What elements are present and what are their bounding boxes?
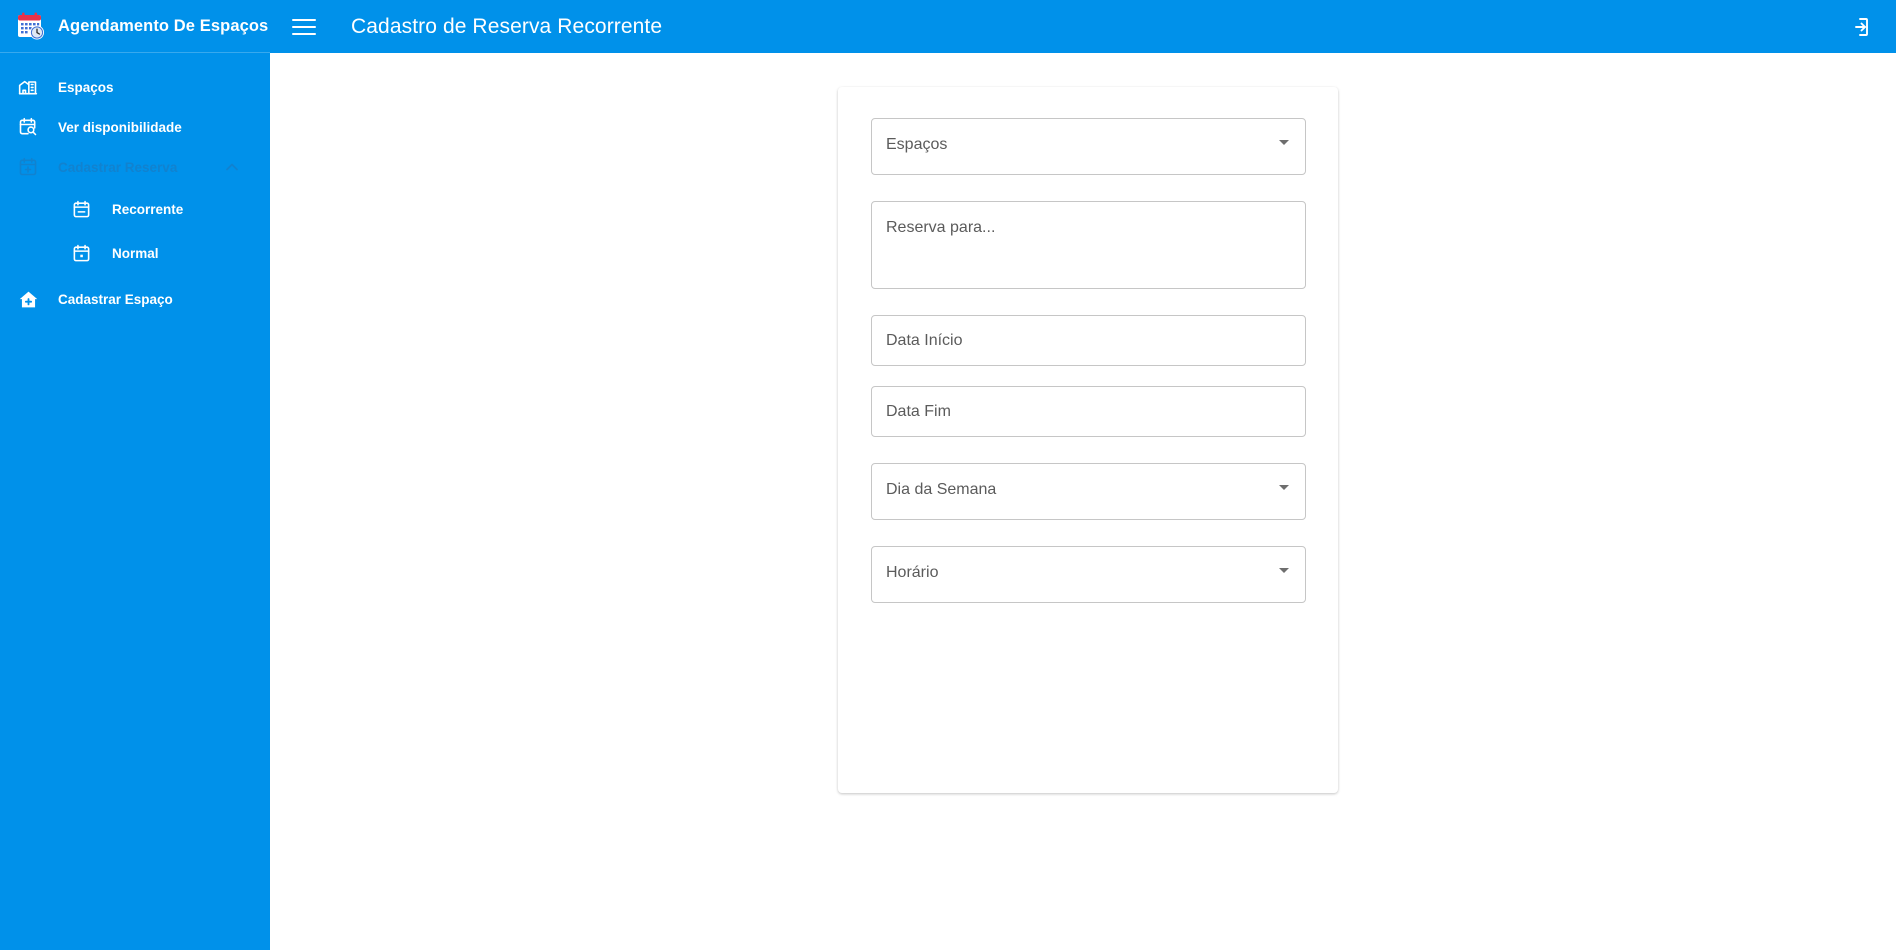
data-inicio-input[interactable]: Data Início	[871, 315, 1306, 366]
field-horario: Horário	[871, 546, 1306, 603]
chevron-up-icon[interactable]	[222, 157, 242, 177]
dropdown-arrow-icon	[1279, 140, 1289, 145]
calendar-search-icon	[13, 117, 43, 137]
brand-title: Agendamento De Espaços	[58, 16, 269, 35]
sidebar-item-espacos[interactable]: Espaços	[0, 67, 270, 107]
espacos-select[interactable]: Espaços	[871, 118, 1306, 175]
sidebar-item-ver-disponibilidade[interactable]: Ver disponibilidade	[0, 107, 270, 147]
reserva-recorrente-form-card: Espaços Reserva para... Data Início Data…	[838, 87, 1338, 793]
reserva-para-placeholder: Reserva para...	[886, 219, 996, 236]
sidebar-item-recorrente[interactable]: Recorrente	[0, 187, 270, 231]
field-data-fim: Data Fim	[871, 386, 1306, 437]
hamburger-menu-icon[interactable]	[290, 13, 318, 41]
dropdown-arrow-icon	[1279, 485, 1289, 490]
sidebar-item-label: Recorrente	[112, 201, 184, 217]
sidebar-item-label: Normal	[112, 245, 159, 261]
app-root: Agendamento De Espaços Espaços Ver dispo…	[0, 0, 1896, 950]
topbar: Cadastro de Reserva Recorrente	[270, 0, 1896, 53]
data-fim-placeholder: Data Fim	[886, 402, 951, 420]
sidebar-item-label: Ver disponibilidade	[58, 119, 182, 135]
calendar-clock-icon	[14, 10, 46, 42]
field-reserva-para: Reserva para...	[871, 201, 1306, 289]
home-plus-icon	[13, 289, 43, 310]
hamburger-bar	[292, 32, 316, 35]
dia-da-semana-select[interactable]: Dia da Semana	[871, 463, 1306, 520]
field-dia-da-semana: Dia da Semana	[871, 463, 1306, 520]
sidebar-item-label: Cadastrar Espaço	[58, 291, 173, 307]
field-data-inicio: Data Início	[871, 315, 1306, 366]
data-inicio-placeholder: Data Início	[886, 331, 963, 349]
calendar-plus-icon	[13, 157, 43, 177]
calendar-recurrent-icon	[69, 200, 93, 219]
dropdown-arrow-icon	[1279, 568, 1289, 573]
page-title: Cadastro de Reserva Recorrente	[351, 14, 663, 38]
hamburger-bar	[292, 25, 316, 28]
sidebar-item-cadastrar-espaco[interactable]: Cadastrar Espaço	[0, 279, 270, 319]
hamburger-bar	[292, 18, 316, 21]
content-area: Espaços Reserva para... Data Início Data…	[270, 53, 1896, 950]
sidebar: Agendamento De Espaços Espaços Ver dispo…	[0, 0, 270, 950]
espacos-placeholder: Espaços	[886, 136, 948, 153]
sidebar-brand-header: Agendamento De Espaços	[0, 0, 270, 53]
data-fim-input[interactable]: Data Fim	[871, 386, 1306, 437]
sidebar-item-label: Espaços	[58, 79, 114, 95]
sidebar-nav: Espaços Ver disponibilidade Cadastrar Re…	[0, 53, 270, 319]
sidebar-item-normal[interactable]: Normal	[0, 231, 270, 275]
horario-placeholder: Horário	[886, 564, 939, 581]
field-espacos: Espaços	[871, 118, 1306, 175]
logout-icon[interactable]	[1844, 12, 1874, 42]
reserva-para-textarea[interactable]: Reserva para...	[871, 201, 1306, 289]
building-home-icon	[13, 77, 43, 97]
dia-da-semana-placeholder: Dia da Semana	[886, 481, 997, 498]
calendar-normal-icon	[69, 244, 93, 263]
sidebar-item-cadastrar-reserva[interactable]: Cadastrar Reserva	[0, 147, 270, 187]
sidebar-item-label: Cadastrar Reserva	[58, 159, 178, 175]
horario-select[interactable]: Horário	[871, 546, 1306, 603]
